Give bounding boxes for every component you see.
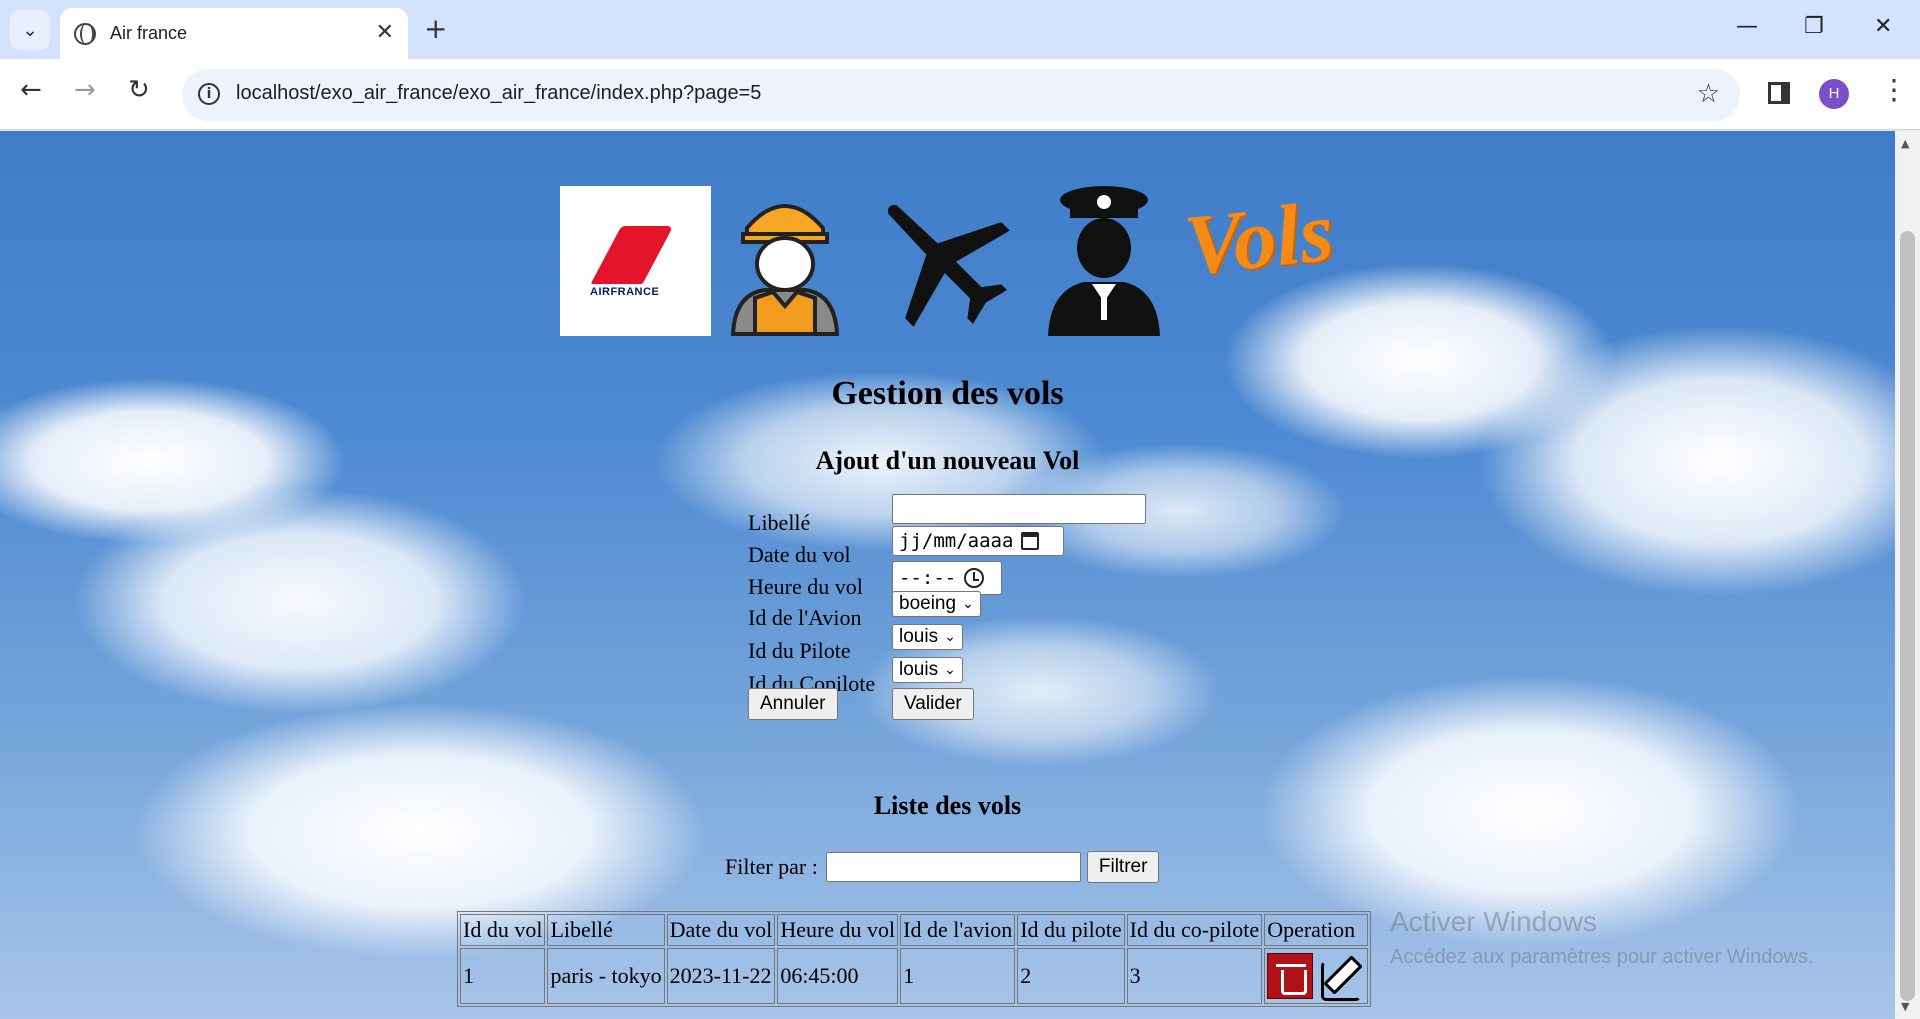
table-cell: 3 bbox=[1126, 948, 1263, 1004]
reload-icon[interactable]: ↻ bbox=[128, 75, 150, 105]
pilot-icon bbox=[1048, 186, 1160, 336]
worker-link[interactable] bbox=[725, 186, 845, 336]
edit-icon[interactable] bbox=[1319, 953, 1365, 1001]
column-header: Id du co-pilote bbox=[1126, 914, 1263, 946]
avion-label: Id de l'Avion bbox=[748, 605, 862, 630]
table-cell: 06:45:00 bbox=[777, 948, 899, 1004]
page-content: AIRFRANCE Vols Gestion des vols Ajout d'… bbox=[0, 131, 1895, 1019]
close-tab-icon[interactable]: ✕ bbox=[376, 20, 394, 45]
pilote-label: Id du Pilote bbox=[748, 638, 851, 663]
new-tab-button[interactable]: + bbox=[424, 12, 447, 45]
windows-activation-title: Activer Windows bbox=[1390, 906, 1597, 937]
pilote-select[interactable]: louis ⌄ bbox=[892, 624, 963, 650]
scroll-up-icon[interactable]: ▲ bbox=[1901, 137, 1909, 150]
column-header: Id de l'avion bbox=[900, 914, 1016, 946]
air-france-swoosh-icon bbox=[590, 226, 674, 284]
operation-cell bbox=[1264, 948, 1368, 1004]
chevron-down-icon: ⌄ bbox=[944, 629, 956, 645]
airplane-icon bbox=[887, 204, 1010, 327]
clock-icon[interactable] bbox=[964, 568, 985, 588]
table-cell: 2023-11-22 bbox=[666, 948, 776, 1004]
column-header: Libellé bbox=[547, 914, 665, 946]
submit-button[interactable]: Valider bbox=[892, 688, 974, 720]
column-header: Id du pilote bbox=[1017, 914, 1125, 946]
bookmark-star-icon[interactable]: ☆ bbox=[1697, 79, 1720, 109]
table-row: 1 paris - tokyo 2023-11-22 06:45:00 1 2 … bbox=[460, 948, 1368, 1004]
table-header-row: Id du vol Libellé Date du vol Heure du v… bbox=[460, 914, 1368, 946]
air-france-logo-text: AIRFRANCE bbox=[590, 286, 660, 298]
chevron-down-icon: ⌄ bbox=[944, 662, 956, 678]
cancel-button[interactable]: Annuler bbox=[748, 688, 838, 720]
url-text[interactable]: localhost/exo_air_france/exo_air_france/… bbox=[236, 82, 761, 105]
globe-icon bbox=[74, 22, 96, 45]
flights-table: Id du vol Libellé Date du vol Heure du v… bbox=[457, 911, 1371, 1007]
pilot-link[interactable] bbox=[1042, 186, 1167, 336]
list-title: Liste des vols bbox=[873, 791, 1022, 820]
date-input[interactable]: jj/mm/aaaa bbox=[892, 526, 1064, 556]
date-label: Date du vol bbox=[748, 542, 851, 567]
table-cell: 2 bbox=[1017, 948, 1125, 1004]
restore-icon[interactable]: ❐ bbox=[1804, 14, 1824, 39]
libelle-label: Libellé bbox=[748, 510, 811, 535]
page-title: Gestion des vols bbox=[831, 375, 1064, 412]
tab-search-button[interactable]: ⌄ bbox=[10, 10, 50, 50]
scrollbar-thumb[interactable] bbox=[1900, 231, 1915, 1001]
time-placeholder: --:-- bbox=[899, 567, 957, 589]
address-bar[interactable]: i localhost/exo_air_france/exo_air_franc… bbox=[182, 69, 1740, 121]
time-label: Heure du vol bbox=[748, 574, 863, 599]
delete-icon[interactable] bbox=[1267, 953, 1314, 999]
column-header: Heure du vol bbox=[777, 914, 899, 946]
airplane-link[interactable] bbox=[872, 186, 1017, 336]
forward-icon[interactable]: → bbox=[74, 75, 96, 105]
time-input[interactable]: --:-- bbox=[892, 561, 1002, 595]
copilote-select-value: louis bbox=[899, 659, 939, 680]
site-info-icon[interactable]: i bbox=[198, 83, 220, 105]
scroll-down-icon[interactable]: ▼ bbox=[1901, 1000, 1909, 1013]
table-cell: 1 bbox=[900, 948, 1016, 1004]
pilote-select-value: louis bbox=[899, 626, 939, 647]
filter-label: Filter par : bbox=[725, 854, 818, 879]
copilote-select[interactable]: louis ⌄ bbox=[892, 657, 963, 683]
avion-select[interactable]: boeing ⌄ bbox=[892, 591, 981, 617]
form-title: Ajout d'un nouveau Vol bbox=[815, 446, 1080, 475]
column-header: Operation bbox=[1264, 914, 1368, 946]
vols-logo-text: Vols bbox=[1180, 182, 1338, 294]
calendar-icon[interactable] bbox=[1021, 532, 1040, 550]
browser-tab[interactable]: Air france ✕ bbox=[60, 8, 408, 59]
side-panel-icon[interactable] bbox=[1768, 82, 1790, 104]
browser-toolbar: ← → ↻ i localhost/exo_air_france/exo_air… bbox=[0, 59, 1920, 130]
libelle-input[interactable] bbox=[892, 494, 1146, 524]
header-logos: AIRFRANCE Vols bbox=[560, 183, 1340, 336]
table-cell: paris - tokyo bbox=[547, 948, 665, 1004]
air-france-logo-link[interactable]: AIRFRANCE bbox=[560, 186, 711, 336]
avion-select-value: boeing bbox=[899, 593, 957, 614]
filter-bar: Filter par : Filtrer bbox=[725, 851, 1160, 883]
menu-kebab-icon[interactable]: ⋮ bbox=[1880, 73, 1908, 106]
column-header: Date du vol bbox=[666, 914, 776, 946]
windows-activation-subtitle: Accédez aux paramètres pour activer Wind… bbox=[1390, 946, 1814, 968]
table-cell: 1 bbox=[460, 948, 546, 1004]
browser-tab-strip: ⌄ Air france ✕ + — ❐ ✕ bbox=[0, 0, 1920, 59]
date-placeholder: jj/mm/aaaa bbox=[899, 530, 1014, 552]
back-icon[interactable]: ← bbox=[20, 75, 42, 105]
close-window-icon[interactable]: ✕ bbox=[1874, 14, 1892, 39]
column-header: Id du vol bbox=[460, 914, 546, 946]
filter-input[interactable] bbox=[825, 852, 1081, 882]
chevron-down-icon: ⌄ bbox=[962, 596, 974, 612]
worker-icon bbox=[730, 204, 840, 336]
page-scrollbar[interactable]: ▲ ▼ bbox=[1895, 131, 1920, 1019]
tab-title: Air france bbox=[110, 23, 188, 43]
profile-avatar[interactable]: H bbox=[1819, 79, 1849, 109]
filter-button[interactable]: Filtrer bbox=[1086, 851, 1160, 883]
minimize-icon[interactable]: — bbox=[1736, 14, 1758, 39]
